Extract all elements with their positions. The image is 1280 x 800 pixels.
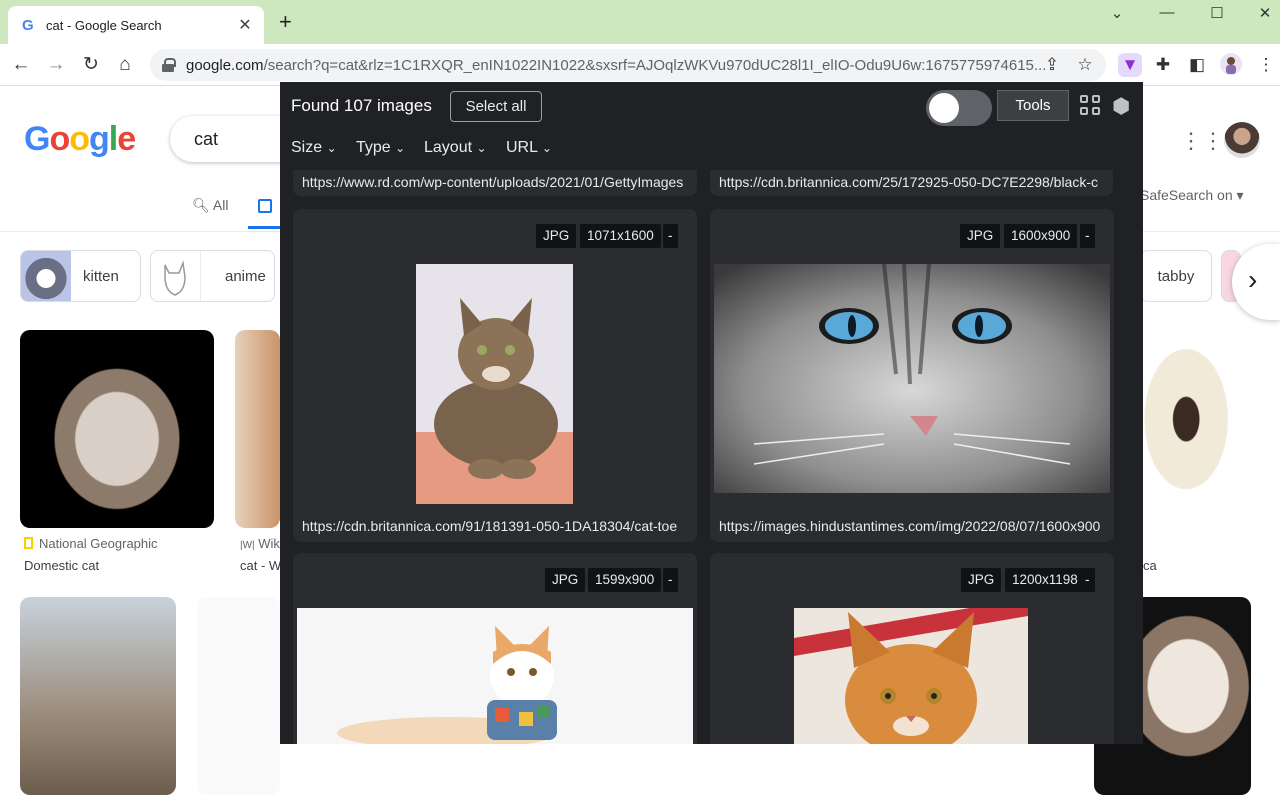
result-image[interactable] <box>197 597 280 795</box>
tab-all-label: All <box>212 197 229 213</box>
filter-layout[interactable]: Layout ⌄ <box>424 139 487 157</box>
result-source[interactable]: National Geographic <box>24 536 158 551</box>
settings-icon[interactable]: ⬢ <box>1112 94 1130 119</box>
found-images-count: Found 107 images <box>291 96 432 115</box>
bookmark-star-icon[interactable]: ☆ <box>1073 53 1097 77</box>
url-host: google.com <box>186 56 264 74</box>
browser-tab[interactable]: G cat - Google Search ✕ <box>8 6 264 44</box>
image-preview[interactable] <box>297 608 693 744</box>
chevron-down-icon: ⌄ <box>541 141 552 155</box>
wikipedia-icon: |W| <box>240 540 255 551</box>
new-tab-button[interactable]: + <box>279 10 292 34</box>
result-image[interactable] <box>235 330 280 528</box>
tab-strip: G cat - Google Search ✕ + ⌄ — ☐ ✕ <box>0 0 1280 44</box>
filter-url-label: URL <box>506 139 538 156</box>
image-size-badge: 1200x1198 <box>1005 568 1085 592</box>
result-image[interactable] <box>20 597 176 795</box>
browser-menu-icon[interactable]: ⋮ <box>1254 53 1278 77</box>
forward-button[interactable]: → <box>43 52 69 78</box>
image-url[interactable]: https://images.hindustantimes.com/img/20… <box>719 518 1109 534</box>
image-url[interactable]: https://www.rd.com/wp-content/uploads/20… <box>293 170 697 196</box>
chip-tabby[interactable]: tabby <box>1140 250 1212 302</box>
reload-button[interactable]: ↻ <box>78 52 104 78</box>
result-title[interactable]: Domestic cat <box>24 558 99 573</box>
chip-label: tabby <box>1157 267 1195 285</box>
extensions-puzzle-icon[interactable]: ✚ <box>1151 53 1175 77</box>
tab-search-icon[interactable]: ⌄ <box>1102 4 1132 22</box>
image-preview[interactable] <box>794 608 1028 744</box>
toggle-switch[interactable] <box>926 90 992 126</box>
image-type-badge: JPG <box>536 224 577 248</box>
maximize-button[interactable]: ☐ <box>1202 4 1232 22</box>
image-card[interactable]: JPG 1599x900 - <box>293 553 697 744</box>
result-source-label: National Geographic <box>39 536 158 551</box>
image-downloader-panel: Found 107 images Select all Tools ⬢ Size… <box>280 82 1143 744</box>
filter-layout-label: Layout <box>424 139 473 156</box>
chevron-down-icon: ⌄ <box>395 141 406 155</box>
safesearch-toggle[interactable]: SafeSearch on ▾ <box>1140 187 1244 204</box>
image-size-badge: 1071x1600 <box>580 224 661 248</box>
filter-type-label: Type <box>356 139 391 156</box>
result-title[interactable]: ca <box>1143 558 1157 573</box>
tab-title: cat - Google Search <box>46 17 162 33</box>
tools-button[interactable]: Tools <box>997 90 1069 121</box>
home-icon[interactable]: ⌂ <box>112 52 138 78</box>
image-downloader-extension-icon[interactable]: ▼ <box>1118 53 1142 77</box>
share-icon[interactable]: ⇪ <box>1040 53 1064 77</box>
back-button[interactable]: ← <box>8 52 34 78</box>
google-favicon-icon: G <box>22 16 34 34</box>
browser-toolbar: ← → ↻ ⌂ google.com/search?q=cat&rlz=1C1R… <box>0 44 1280 86</box>
chip-label: anime <box>225 267 266 285</box>
image-card[interactable]: JPG 1200x1198 - <box>710 553 1114 744</box>
natgeo-icon <box>24 537 33 549</box>
address-bar[interactable]: google.com/search?q=cat&rlz=1C1RXQR_enIN… <box>150 49 1106 81</box>
chip-anime[interactable]: anime <box>150 250 275 302</box>
image-preview[interactable] <box>714 264 1110 493</box>
image-size-badge: 1600x900 <box>1004 224 1078 248</box>
chip-thumbnail <box>151 251 201 301</box>
filter-size[interactable]: Size ⌄ <box>291 139 337 157</box>
chip-kitten[interactable]: kitten <box>20 250 141 302</box>
chevron-down-icon: ⌄ <box>476 141 487 155</box>
image-url[interactable]: https://cdn.britannica.com/25/172925-050… <box>710 170 1113 196</box>
chip-thumbnail <box>21 251 71 301</box>
close-window-button[interactable]: ✕ <box>1250 4 1280 22</box>
result-image[interactable] <box>20 330 214 528</box>
image-extra-badge: - <box>663 568 678 592</box>
minimize-button[interactable]: — <box>1152 4 1182 21</box>
search-icon: 🔍︎ <box>192 197 210 213</box>
select-all-button[interactable]: Select all <box>450 91 542 122</box>
image-type-badge: JPG <box>545 568 586 592</box>
chip-label: kitten <box>83 267 119 285</box>
grid-view-icon[interactable] <box>1080 95 1102 117</box>
url-path: /search?q=cat&rlz=1C1RXQR_enIN1022IN1022… <box>263 56 1047 74</box>
filter-url[interactable]: URL ⌄ <box>506 139 552 157</box>
images-tab-icon[interactable] <box>258 199 272 213</box>
image-card[interactable]: JPG 1600x900 - https://images.hindustant… <box>710 209 1114 542</box>
result-title[interactable]: cat - W <box>240 558 280 573</box>
image-url[interactable]: https://cdn.britannica.com/91/181391-050… <box>302 518 692 534</box>
image-extra-badge: - <box>663 224 678 248</box>
close-tab-icon[interactable]: ✕ <box>236 15 254 35</box>
filter-type[interactable]: Type ⌄ <box>356 139 405 157</box>
active-tab-indicator <box>248 226 280 229</box>
google-account-avatar[interactable] <box>1224 122 1260 158</box>
image-size-badge: 1599x900 <box>588 568 662 592</box>
result-source[interactable]: |W| Wiki <box>240 536 280 551</box>
image-card[interactable]: JPG 1071x1600 - https://cdn.britannica.c… <box>293 209 697 542</box>
google-logo[interactable]: Google <box>24 120 136 159</box>
filter-size-label: Size <box>291 139 323 156</box>
result-source-label: Wiki <box>258 536 280 551</box>
result-image[interactable] <box>1143 330 1251 528</box>
profile-avatar[interactable] <box>1219 53 1243 77</box>
image-preview[interactable] <box>416 264 573 504</box>
tab-all[interactable]: 🔍︎ All <box>192 197 228 214</box>
image-extra-badge: - <box>1080 224 1095 248</box>
image-type-badge: JPG <box>961 568 1002 592</box>
chevron-down-icon: ⌄ <box>326 141 337 155</box>
side-panel-icon[interactable]: ◧ <box>1185 53 1209 77</box>
image-type-badge: JPG <box>960 224 1001 248</box>
lock-icon <box>162 58 176 72</box>
image-extra-badge: - <box>1080 568 1095 592</box>
